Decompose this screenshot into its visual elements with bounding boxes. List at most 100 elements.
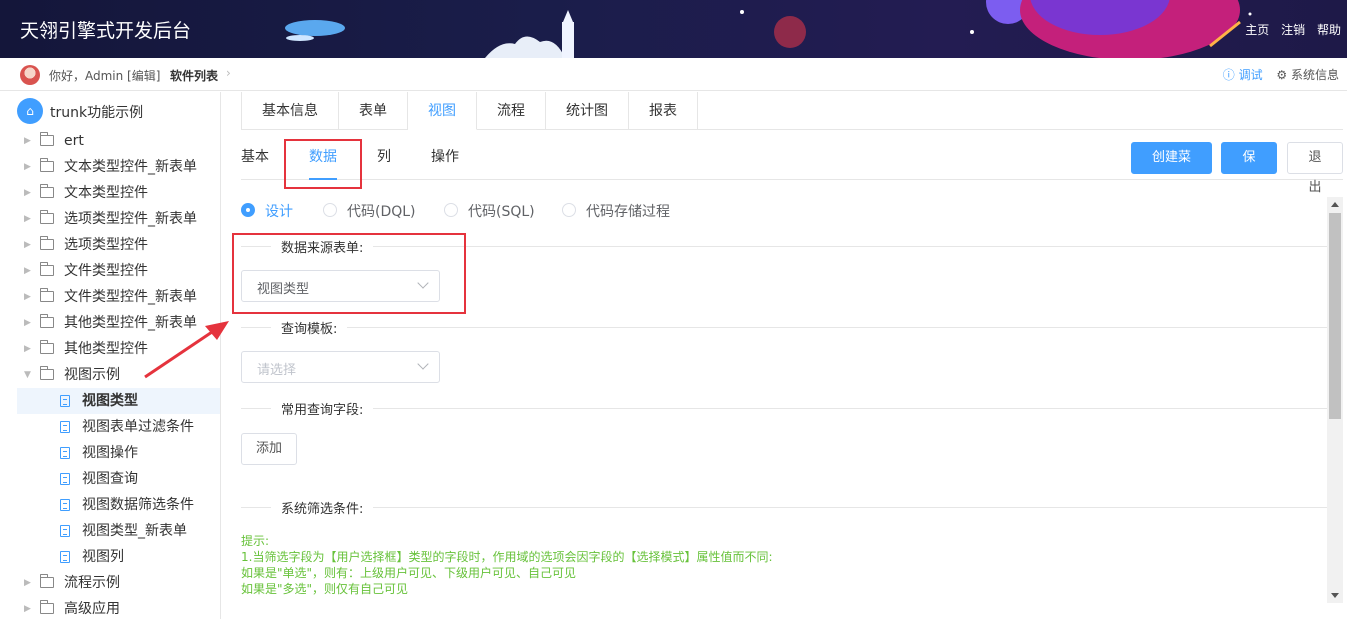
tree-leaf-label: 视图类型 (82, 393, 138, 409)
tree-leaf-label: 视图列 (82, 549, 124, 565)
query-template-select[interactable]: 请选择 (241, 351, 440, 383)
radio-dot (323, 203, 337, 217)
tree-node-label: 选项类型控件 (64, 237, 148, 253)
tree-leaf[interactable]: 视图操作 (0, 440, 220, 466)
tab-report[interactable]: 报表 (629, 92, 698, 130)
tree-node-label: 文件类型控件_新表单 (64, 289, 197, 305)
tree-node[interactable]: ▶ 文本类型控件 (0, 180, 220, 206)
tab-flow[interactable]: 流程 (477, 92, 546, 130)
section-title: 查询模板: (271, 318, 348, 337)
chevron-down-icon (417, 358, 429, 370)
caret-right-icon[interactable]: ▶ (24, 154, 31, 180)
breadcrumb-actions: ⓘ 调试 ⚙ 系统信息 (1223, 66, 1339, 83)
folder-icon (40, 132, 54, 146)
caret-right-icon[interactable]: ▶ (24, 310, 31, 336)
system-info-label: 系统信息 (1290, 68, 1339, 82)
radio-label: 代码(DQL) (347, 204, 416, 220)
chevron-right-icon: › (226, 66, 231, 80)
caret-right-icon[interactable]: ▶ (24, 284, 31, 310)
tree-node-expanded[interactable]: ▼ 视图示例 (0, 362, 220, 388)
logout-link[interactable]: 注销 (1281, 23, 1305, 37)
document-icon (60, 421, 70, 433)
debug-link[interactable]: ⓘ 调试 (1223, 68, 1263, 82)
tab-form[interactable]: 表单 (339, 92, 408, 130)
tree-node[interactable]: ▶ 文本类型控件_新表单 (0, 154, 220, 180)
folder-icon (40, 340, 54, 354)
tree-root-label: trunk功能示例 (50, 105, 144, 121)
section-common-fields: 常用查询字段: (241, 398, 1327, 418)
caret-right-icon[interactable]: ▶ (24, 180, 31, 206)
highlight-box (284, 139, 362, 189)
tree-node[interactable]: ▶ 其他类型控件_新表单 (0, 310, 220, 336)
tree-leaf[interactable]: 视图列 (0, 544, 220, 570)
caret-right-icon[interactable]: ▶ (24, 258, 31, 284)
document-icon (60, 525, 70, 537)
caret-right-icon[interactable]: ▶ (24, 336, 31, 362)
caret-right-icon[interactable]: ▶ (24, 128, 31, 154)
user-greeting[interactable]: 你好，Admin [编辑] (49, 67, 160, 84)
tree-node[interactable]: ▶ 其他类型控件 (0, 336, 220, 362)
radio-dot (241, 203, 255, 217)
help-link[interactable]: 帮助 (1317, 23, 1341, 37)
caret-right-icon[interactable]: ▶ (24, 232, 31, 258)
home-link[interactable]: 主页 (1245, 23, 1269, 37)
subtab-columns[interactable]: 列 (377, 142, 391, 180)
tree-node[interactable]: ▶ 文件类型控件 (0, 258, 220, 284)
tab-basic-info[interactable]: 基本信息 (241, 92, 339, 130)
debug-label: 调试 (1238, 68, 1263, 82)
subtab-basic[interactable]: 基本 (241, 142, 269, 180)
tree-leaf-label: 视图表单过滤条件 (82, 419, 194, 435)
tab-view[interactable]: 视图 (408, 92, 477, 130)
add-button[interactable]: 添加 (241, 433, 297, 465)
folder-icon (40, 288, 54, 302)
tree-leaf[interactable]: 视图类型_新表单 (0, 518, 220, 544)
tree-leaf-selected[interactable]: 视图类型 (17, 388, 220, 414)
tree-node[interactable]: ▶ 流程示例 (0, 570, 220, 596)
tree-leaf-label: 视图数据筛选条件 (82, 497, 194, 513)
section-divider (241, 507, 1327, 508)
create-menu-button[interactable]: 创建菜单 (1131, 142, 1212, 195)
tree-node-label: 其他类型控件_新表单 (64, 315, 197, 331)
hint-line: 如果是"多选"，则仅有自己可见 (241, 582, 409, 596)
section-query-template: 查询模板: (241, 317, 1327, 337)
hint-line: 1.当筛选字段为【用户选择框】类型的字段时，作用域的选项会因字段的【选择模式】属… (241, 550, 773, 564)
tree-node[interactable]: ▶ 选项类型控件 (0, 232, 220, 258)
tree-node[interactable]: ▶ 文件类型控件_新表单 (0, 284, 220, 310)
scrollbar-thumb[interactable] (1329, 213, 1341, 419)
home-icon: ⌂ (17, 98, 43, 124)
tree-node-label: 文件类型控件 (64, 263, 148, 279)
tree-node[interactable]: ▶ 选项类型控件_新表单 (0, 206, 220, 232)
tree-leaf[interactable]: 视图查询 (0, 466, 220, 492)
radio-dot (562, 203, 576, 217)
system-info-link[interactable]: ⚙ 系统信息 (1276, 68, 1339, 82)
highlight-box (232, 233, 466, 314)
breadcrumb-current[interactable]: 软件列表 (170, 67, 218, 84)
section-divider (241, 408, 1327, 409)
avatar[interactable] (20, 65, 40, 85)
tab-chart[interactable]: 统计图 (546, 92, 629, 130)
caret-right-icon[interactable]: ▶ (24, 570, 31, 596)
tree-node-label: 选项类型控件_新表单 (64, 211, 197, 227)
scroll-up-icon[interactable] (1331, 202, 1339, 207)
exit-button[interactable]: 退出 (1287, 142, 1343, 195)
tree-node-label: ert (64, 133, 84, 149)
caret-right-icon[interactable]: ▶ (24, 206, 31, 232)
header-links: 主页 注销 帮助 (1237, 21, 1341, 38)
scrollbar[interactable] (1327, 197, 1343, 603)
tree-leaf-label: 视图操作 (82, 445, 138, 461)
caret-down-icon[interactable]: ▼ (24, 362, 31, 388)
folder-icon (40, 262, 54, 276)
save-button[interactable]: 保存 (1221, 142, 1277, 195)
tree-leaf[interactable]: 视图表单过滤条件 (0, 414, 220, 440)
tree-node[interactable]: ▶ ert (0, 128, 220, 154)
app-header: 天翎引擎式开发后台 主页 注销 帮助 (0, 0, 1347, 58)
tree-leaf[interactable]: 视图数据筛选条件 (0, 492, 220, 518)
subtab-actions[interactable]: 操作 (431, 142, 459, 180)
document-icon (60, 473, 70, 485)
caret-right-icon[interactable]: ▶ (24, 596, 31, 619)
tree-node[interactable]: ▶ 高级应用 (0, 596, 220, 619)
scroll-down-icon[interactable] (1331, 593, 1339, 598)
tree-node-label: 文本类型控件 (64, 185, 148, 201)
section-title: 系统筛选条件: (271, 498, 374, 517)
tree-node-label: 其他类型控件 (64, 341, 148, 357)
